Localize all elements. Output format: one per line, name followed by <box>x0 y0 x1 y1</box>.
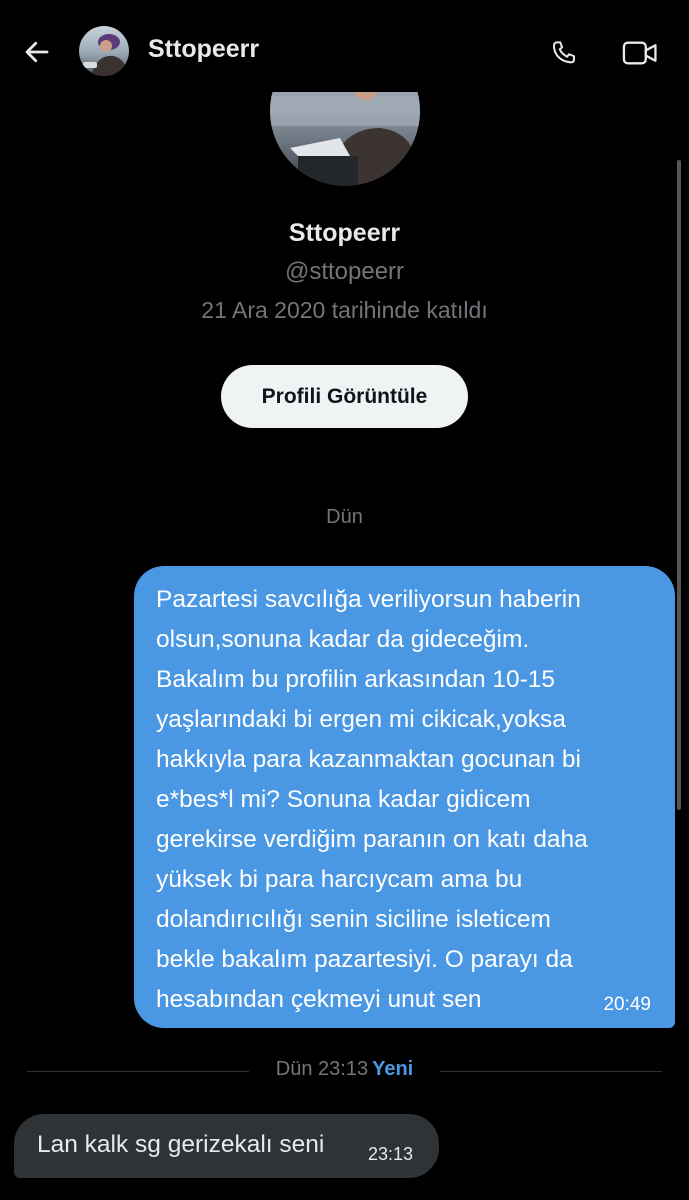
profile-name: Sttopeerr <box>288 219 401 247</box>
video-call-button[interactable] <box>618 34 662 72</box>
message-line: hakkıyla para kazanmaktan gocunan bi <box>156 746 581 773</box>
back-button[interactable] <box>18 33 56 71</box>
message-line: hesabından çekmeyi unut sen <box>156 986 482 1013</box>
message-line: e*bes*l mi? Sonuna kadar gidicem <box>156 786 531 813</box>
profile-joined-date: 21 Ara 2020 tarihinde katıldı <box>201 297 488 323</box>
outgoing-message-time: 20:49 <box>603 994 651 1015</box>
message-line: dolandırıcılığı senin siciline isleticem <box>156 906 551 933</box>
avatar-photo <box>79 26 129 76</box>
scrollbar[interactable] <box>677 160 681 810</box>
separator-line <box>440 1071 662 1072</box>
incoming-message-text: Lan kalk sg gerizekalı seni <box>37 1131 325 1158</box>
contact-avatar[interactable] <box>79 26 129 76</box>
new-badge: Yeni <box>372 1058 414 1080</box>
incoming-message-time: 23:13 <box>368 1144 414 1164</box>
separator-line <box>27 1071 249 1072</box>
arrow-left-icon <box>25 41 49 63</box>
separator-time: Dün 23:13 <box>275 1058 369 1080</box>
message-line: gerekirse verdiğim paranın on katı daha <box>156 826 588 853</box>
outgoing-message-text: Pazartesi savcılığa veriliyorsun haberin… <box>156 580 656 1020</box>
message-line: yüksek bi para harcıycam ama bu <box>156 866 523 893</box>
profile-handle: @sttopeerr <box>284 258 405 285</box>
new-messages-separator: Dün 23:13 Yeni <box>249 1058 440 1081</box>
message-line: bekle bakalım pazartesiyi. O parayı da <box>156 946 573 973</box>
incoming-message[interactable]: Lan kalk sg gerizekalı seni 23:13 <box>14 1114 439 1178</box>
view-profile-button[interactable]: Profili Görüntüle <box>221 365 468 428</box>
message-line: yaşlarındaki bi ergen mi cikicak,yoksa <box>156 706 566 733</box>
message-line: Bakalım bu profilin arkasından 10-15 <box>156 666 556 693</box>
outgoing-message[interactable]: Pazartesi savcılığa veriliyorsun haberin… <box>134 566 675 1028</box>
date-separator: Dün <box>326 506 363 528</box>
voice-call-button[interactable] <box>545 34 583 72</box>
message-line: Pazartesi savcılığa veriliyorsun haberin <box>156 586 581 613</box>
contact-name[interactable]: Sttopeerr <box>148 35 259 64</box>
video-camera-icon <box>622 41 657 65</box>
phone-icon <box>552 41 575 64</box>
chat-header: Sttopeerr <box>0 0 689 92</box>
message-line: olsun,sonuna kadar da gideceğim. <box>156 626 530 653</box>
